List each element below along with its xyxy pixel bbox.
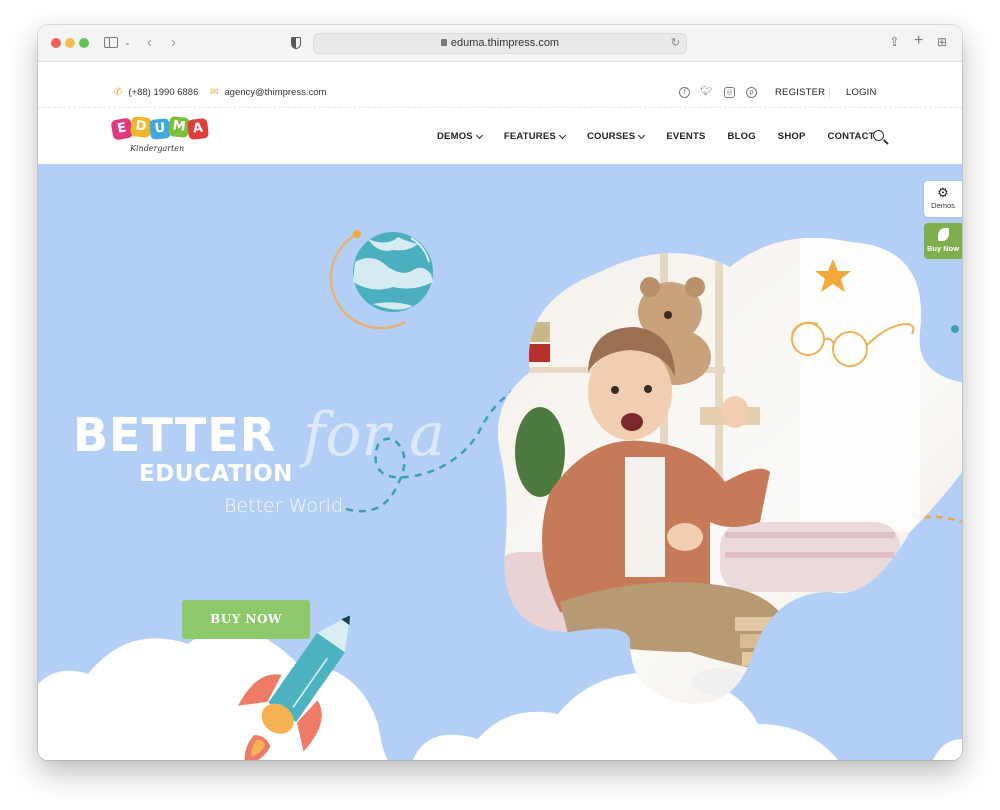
browser-toolbar: ⌄ ‹ › eduma.thimpress.com ↻ ⇪ + ⊞: [38, 25, 962, 62]
sidebar-icon[interactable]: [104, 37, 118, 48]
maximize-window-button[interactable]: [79, 38, 89, 48]
back-icon[interactable]: ‹: [147, 34, 152, 52]
site-logo[interactable]: E D U M A Kindergarten: [110, 115, 212, 159]
close-window-button[interactable]: [51, 38, 61, 48]
browser-window: ⌄ ‹ › eduma.thimpress.com ↻ ⇪ + ⊞ ✆ (+88…: [38, 25, 962, 760]
hero-tagline: Better World: [224, 495, 344, 517]
nav-item-demos[interactable]: DEMOS: [437, 131, 483, 142]
globe-illustration: [329, 230, 433, 330]
side-demos-button[interactable]: ⚙ Demos: [924, 181, 962, 217]
gear-icon: ⚙: [937, 185, 949, 200]
nav-label: COURSES: [586, 131, 636, 142]
top-info-bar: ✆ (+88) 1990 6886 ✉ agency@thimpress.com…: [38, 62, 962, 108]
nav-label: FEATURES: [503, 131, 556, 142]
nav-item-features[interactable]: FEATURES: [503, 131, 566, 142]
chevron-down-icon: [475, 131, 483, 139]
hero-subtitle: EDUCATION: [139, 461, 293, 487]
pinterest-icon[interactable]: p: [746, 87, 757, 98]
side-buy-now-label: Buy Now: [926, 244, 960, 253]
tab-overview-icon[interactable]: ⊞: [937, 33, 947, 51]
logo-letter: D: [130, 116, 152, 138]
side-buy-now-button[interactable]: Buy Now: [924, 223, 962, 259]
phone-icon: ✆: [114, 87, 123, 98]
address-bar[interactable]: eduma.thimpress.com ↻: [313, 33, 687, 54]
hero-doodles: [791, 259, 915, 367]
register-link[interactable]: REGISTER: [775, 87, 825, 98]
share-icon[interactable]: ⇪: [889, 33, 900, 51]
nav-label: SHOP: [777, 131, 806, 142]
chevron-down-icon[interactable]: ⌄: [124, 34, 131, 52]
url-text: eduma.thimpress.com: [450, 37, 560, 49]
chevron-down-icon: [638, 131, 646, 139]
forward-icon[interactable]: ›: [171, 34, 176, 52]
divider: [829, 87, 830, 98]
nav-item-shop[interactable]: SHOP: [778, 131, 806, 142]
main-menu: DEMOS FEATURES COURSES EVENTS BLOG SHOP …: [437, 131, 897, 142]
search-icon[interactable]: [873, 130, 884, 141]
logo-letter: A: [187, 118, 209, 140]
buy-now-button[interactable]: BUY NOW: [182, 600, 310, 639]
nav-item-blog[interactable]: BLOG: [728, 131, 756, 142]
nav-label: EVENTS: [666, 131, 706, 142]
email-icon: ✉: [210, 87, 219, 98]
minimize-window-button[interactable]: [65, 38, 75, 48]
main-navbar: E D U M A Kindergarten DEMOS FEATURES CO…: [38, 109, 962, 164]
facebook-icon[interactable]: f: [679, 87, 690, 98]
star-doodle: [815, 259, 851, 292]
reload-icon[interactable]: ↻: [671, 36, 680, 49]
chevron-down-icon: [558, 131, 566, 139]
logo-subtitle: Kindergarten: [130, 144, 185, 153]
nav-label: DEMOS: [437, 131, 473, 142]
nav-label: BLOG: [727, 131, 756, 142]
hero-script-text: for a: [303, 400, 445, 470]
side-demos-label: Demos: [931, 201, 955, 210]
hero-title: BETTER: [73, 408, 277, 462]
email-contact[interactable]: ✉ agency@thimpress.com: [210, 87, 326, 98]
login-link[interactable]: LOGIN: [846, 87, 877, 98]
nav-label: CONTACT: [827, 131, 875, 142]
twitter-icon[interactable]: 🐦︎: [700, 87, 713, 98]
glasses-doodle: [791, 321, 915, 367]
leaf-icon: [937, 228, 949, 241]
new-tab-icon[interactable]: +: [914, 32, 923, 50]
phone-number: (+88) 1990 6886: [128, 87, 199, 98]
lock-icon: [440, 39, 447, 46]
hero-section: for a BETTER EDUCATION Better World BUY …: [38, 164, 962, 760]
nav-item-events[interactable]: EVENTS: [666, 131, 705, 142]
cloud-edge: [933, 739, 962, 760]
privacy-shield-icon[interactable]: [291, 37, 301, 49]
phone-contact[interactable]: ✆ (+88) 1990 6886: [114, 87, 198, 98]
instagram-icon[interactable]: ◎: [724, 87, 735, 98]
nav-item-contact[interactable]: CONTACT: [828, 131, 875, 142]
web-page: ✆ (+88) 1990 6886 ✉ agency@thimpress.com…: [38, 62, 962, 760]
email-address: agency@thimpress.com: [224, 87, 327, 98]
nav-item-courses[interactable]: COURSES: [586, 131, 646, 142]
